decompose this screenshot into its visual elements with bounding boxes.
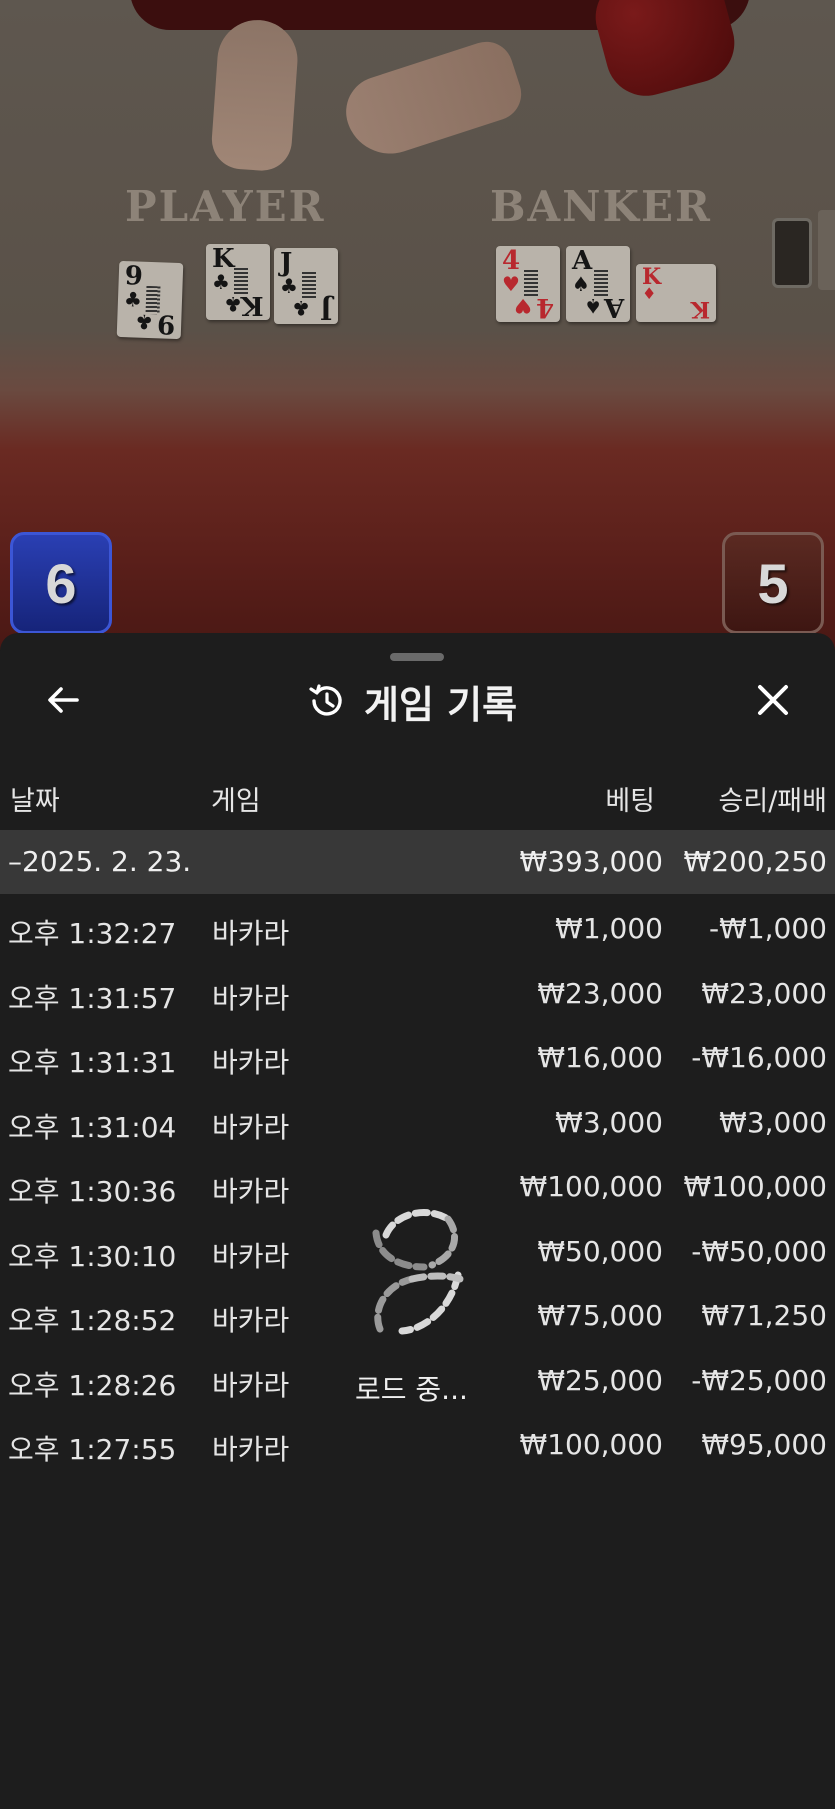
player-score-badge: 6 [10, 532, 112, 634]
row-game: 바카라 [212, 1433, 290, 1466]
row-bet: ₩50,000 [537, 1234, 663, 1268]
row-time: 오후 1:31:57 [8, 981, 177, 1015]
row-bet: ₩1,000 [555, 912, 663, 945]
banker-card-3: K ♦ K [636, 264, 716, 322]
player-card-3: J ♣ J ♣ [274, 248, 338, 324]
row-result: -₩25,000 [691, 1363, 827, 1397]
card-shoe [772, 218, 812, 288]
card-shoe-edge [818, 210, 835, 290]
table-row[interactable]: 오후 1:27:55 바카라 ₩100,000 ₩95,000 [0, 1410, 835, 1475]
row-result: ₩100,000 [683, 1170, 827, 1203]
row-game: 바카라 [212, 917, 290, 950]
column-header-win-loss: 승리/패배 [718, 786, 827, 817]
date-group-bet-total: ₩393,000 [519, 845, 663, 878]
player-card-2: K ♣ K ♣ [206, 244, 270, 320]
row-bet: ₩16,000 [537, 1041, 663, 1074]
dealer-sleeve [586, 0, 744, 105]
row-bet: ₩100,000 [519, 1170, 663, 1203]
row-result: ₩71,250 [701, 1299, 827, 1332]
dealer-left-hand [209, 17, 301, 173]
row-game: 바카라 [212, 1110, 290, 1144]
row-time: 오후 1:30:36 [8, 1175, 177, 1208]
row-time: 오후 1:32:27 [8, 917, 177, 950]
close-icon [758, 685, 788, 715]
column-header-bet: 베팅 [605, 786, 655, 817]
date-group-win-total: ₩200,250 [683, 845, 827, 878]
close-button[interactable] [750, 677, 796, 723]
history-icon [309, 684, 342, 716]
loading-text: 로드 중... [355, 1373, 468, 1406]
player-card-1: 9 ♣ 9 ♣ [116, 260, 184, 340]
banker-card-1: 4 ♥ 4 ♥ [496, 246, 560, 322]
row-result: ₩3,000 [719, 1105, 827, 1139]
table-row[interactable]: 오후 1:31:04 바카라 ₩3,000 ₩3,000 [0, 1088, 835, 1153]
row-game: 바카라 [212, 981, 290, 1015]
row-game: 바카라 [212, 1175, 290, 1208]
row-result: ₩23,000 [701, 976, 827, 1010]
loading-spinner-icon [372, 1208, 464, 1335]
row-result: -₩50,000 [691, 1234, 827, 1268]
page-title: 게임 기록 [364, 682, 518, 727]
arrow-left-icon [48, 687, 79, 713]
sheet-header: 게임 기록 [306, 673, 517, 729]
back-button[interactable] [40, 677, 86, 723]
row-result: ₩95,000 [701, 1428, 827, 1461]
row-time: 오후 1:31:04 [8, 1110, 177, 1144]
sheet-drag-handle[interactable] [390, 653, 444, 661]
player-table-label: PLAYER [125, 182, 326, 231]
row-time: 오후 1:28:26 [8, 1368, 177, 1402]
column-header-date: 날짜 [10, 786, 60, 817]
live-video-feed: PLAYER BANKER 9 ♣ 9 ♣ K ♣ K ♣ J ♣ J ♣ 4 ♥ 4 ♥ A ♠… [0, 0, 835, 650]
column-header-game: 게임 [211, 786, 261, 817]
row-time: 오후 1:31:31 [8, 1046, 177, 1079]
row-bet: ₩75,000 [537, 1299, 663, 1332]
table-row[interactable]: 오후 1:31:57 바카라 ₩23,000 ₩23,000 [0, 959, 835, 1024]
date-group-row[interactable]: –2025. 2. 23. ₩393,000 ₩200,250 [0, 830, 835, 894]
dealer-right-hand [336, 34, 529, 166]
row-bet: ₩23,000 [537, 976, 663, 1010]
row-time: 오후 1:27:55 [8, 1433, 177, 1466]
row-bet: ₩3,000 [555, 1105, 663, 1139]
row-time: 오후 1:28:52 [8, 1304, 177, 1337]
date-group-date: –2025. 2. 23. [8, 845, 192, 878]
row-game: 바카라 [212, 1304, 290, 1337]
banker-score-badge: 5 [722, 532, 824, 634]
row-game: 바카라 [212, 1239, 290, 1273]
banker-table-label: BANKER [490, 182, 712, 231]
row-game: 바카라 [212, 1046, 290, 1079]
row-bet: ₩100,000 [519, 1428, 663, 1461]
row-result: -₩16,000 [691, 1041, 827, 1074]
row-time: 오후 1:30:10 [8, 1239, 177, 1273]
banker-card-2: A ♠ A ♠ [566, 246, 630, 322]
row-bet: ₩25,000 [537, 1363, 663, 1397]
row-result: -₩1,000 [709, 912, 827, 945]
row-game: 바카라 [212, 1368, 290, 1402]
table-row[interactable]: 오후 1:32:27 바카라 ₩1,000 -₩1,000 [0, 894, 835, 959]
table-row[interactable]: 오후 1:31:31 바카라 ₩16,000 -₩16,000 [0, 1023, 835, 1088]
